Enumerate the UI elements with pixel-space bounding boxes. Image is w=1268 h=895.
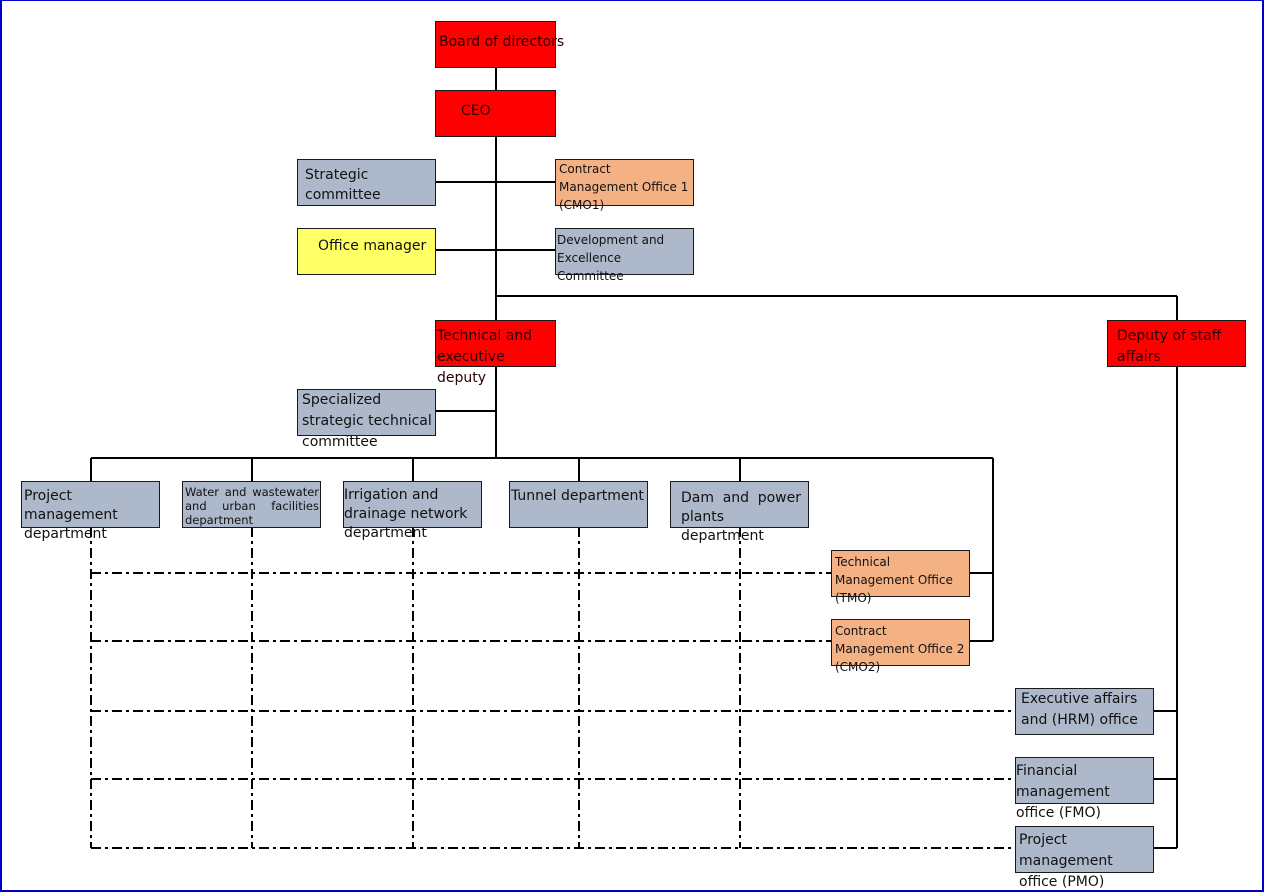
- node-technical-executive-deputy[interactable]: Technical and executive deputy: [435, 320, 556, 386]
- node-board-of-directors[interactable]: Board of directors: [435, 21, 564, 68]
- node-cmo1[interactable]: Contract Management Office 1 (CMO1): [555, 159, 694, 212]
- node-strategic-committee[interactable]: Strategic committee: [297, 159, 436, 206]
- node-project-management-department[interactable]: Project management department: [21, 481, 160, 542]
- node-ceo[interactable]: CEO: [435, 90, 556, 137]
- node-executive-affairs-hrm-office[interactable]: Executive affairs and (HRM) office: [1015, 688, 1154, 735]
- node-water-wastewater-department[interactable]: Water and wastewater and urban facilitie…: [182, 481, 321, 528]
- node-tunnel-department[interactable]: Tunnel department: [509, 481, 648, 528]
- node-project-management-office[interactable]: Project management office (PMO): [1015, 826, 1154, 890]
- node-office-manager[interactable]: Office manager: [297, 228, 436, 275]
- node-technical-management-office[interactable]: Technical Management Office (TMO): [831, 550, 970, 605]
- node-financial-management-office[interactable]: Financial management office (FMO): [1015, 757, 1154, 821]
- node-irrigation-drainage-department[interactable]: Irrigation and drainage network departme…: [343, 481, 482, 541]
- node-dam-power-plants-department[interactable]: Dam and power plants department: [670, 481, 809, 544]
- node-cmo2[interactable]: Contract Management Office 2 (CMO2): [831, 619, 970, 674]
- node-deputy-staff-affairs[interactable]: Deputy of staff affairs: [1107, 320, 1246, 367]
- node-development-excellence-committee[interactable]: Development and Excellence Committee: [555, 228, 694, 283]
- node-specialized-strategic-committee[interactable]: Specialized strategic technical committe…: [297, 389, 436, 450]
